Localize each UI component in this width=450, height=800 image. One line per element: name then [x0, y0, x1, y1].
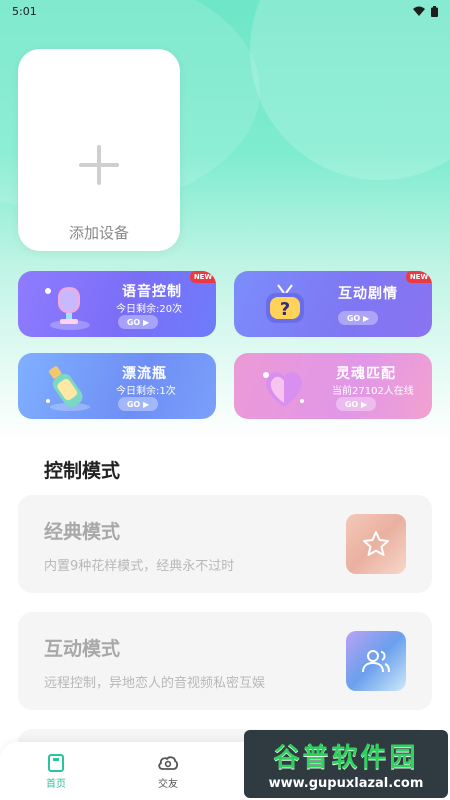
- tv-icon: ?: [266, 284, 304, 323]
- watermark-url: www.gupuxlazal.com: [268, 776, 424, 791]
- wifi-icon: [413, 6, 425, 16]
- feature-title: 灵魂匹配: [336, 366, 396, 382]
- svg-text:?: ?: [280, 299, 290, 320]
- mode-thumbnail: [346, 631, 406, 691]
- tab-home[interactable]: 首页: [26, 754, 86, 794]
- mode-thumbnail: [346, 514, 406, 574]
- go-button[interactable]: GO ▶: [118, 315, 158, 329]
- users-icon: [362, 650, 390, 673]
- soul-match-card[interactable]: 灵魂匹配 当前27102人在线 GO ▶: [234, 353, 432, 419]
- microphone-icon: [45, 287, 90, 330]
- go-button[interactable]: GO ▶: [338, 311, 378, 325]
- mode-name: 经典模式: [44, 521, 121, 543]
- feature-title: 语音控制: [122, 284, 182, 300]
- tab-social[interactable]: 交友: [138, 754, 198, 794]
- drift-bottle-card[interactable]: 漂流瓶 今日剩余:1次 GO ▶: [18, 353, 216, 419]
- watermark-text: 谷普软件园: [273, 743, 419, 773]
- tab-label: 首页: [46, 779, 66, 790]
- status-icons: [413, 5, 438, 17]
- status-time: 5:01: [12, 4, 37, 18]
- voice-control-card[interactable]: 语音控制 今日剩余:20次 GO ▶ NEW: [18, 271, 216, 337]
- chat-cloud-icon: [158, 756, 179, 770]
- mode-description: 内置9种花样模式，经典永不过时: [44, 559, 235, 574]
- feature-subtitle: 当前27102人在线: [332, 386, 414, 397]
- feature-title: 互动剧情: [338, 286, 398, 302]
- home-icon: [48, 754, 64, 772]
- classic-mode-card[interactable]: 经典模式 内置9种花样模式，经典永不过时: [18, 495, 432, 593]
- interactive-mode-card[interactable]: 互动模式 远程控制，异地恋人的音视频私密互娱: [18, 612, 432, 710]
- decor-bubble: [250, 0, 450, 180]
- feature-subtitle: 今日剩余:1次: [116, 386, 176, 397]
- status-bar: 5:01: [0, 0, 450, 22]
- add-device-label: 添加设备: [68, 224, 129, 242]
- heart-icon: [263, 371, 304, 407]
- go-button[interactable]: GO ▶: [336, 397, 376, 411]
- mode-name: 互动模式: [44, 638, 121, 660]
- plus-icon: [79, 145, 119, 185]
- mode-description: 远程控制，异地恋人的音视频私密互娱: [44, 676, 266, 691]
- watermark-logo: 谷普软件园 www.gupuxlazal.com: [244, 730, 448, 798]
- section-title: 控制模式: [44, 460, 121, 482]
- go-button[interactable]: GO ▶: [118, 397, 158, 411]
- bottle-icon: [46, 366, 90, 411]
- star-icon: [363, 531, 389, 556]
- interactive-story-card[interactable]: ? 互动剧情 GO ▶ NEW: [234, 271, 432, 337]
- new-badge: NEW: [406, 271, 432, 283]
- feature-title: 漂流瓶: [122, 366, 167, 382]
- new-badge: NEW: [190, 271, 216, 283]
- add-device-card[interactable]: 添加设备: [18, 49, 180, 251]
- battery-icon: [431, 5, 438, 17]
- tab-label: 交友: [158, 779, 178, 790]
- feature-subtitle: 今日剩余:20次: [116, 304, 183, 315]
